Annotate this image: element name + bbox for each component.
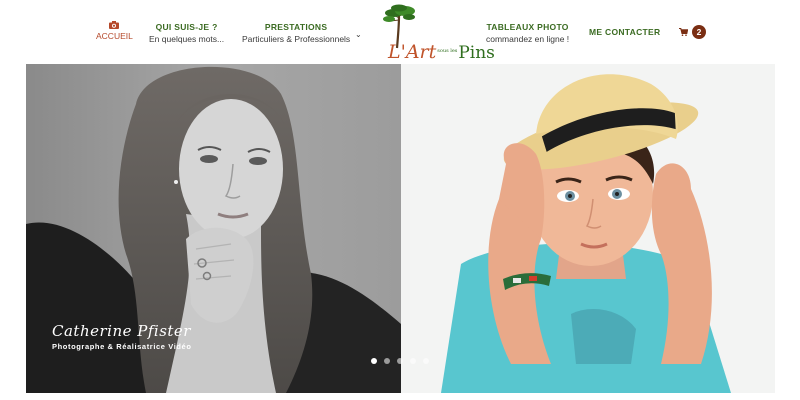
- camera-icon: [109, 21, 120, 29]
- nav-photo-tables[interactable]: TABLEAUX PHOTO commandez en ligne !: [486, 22, 569, 45]
- logo-text-pins: Pins: [458, 43, 495, 63]
- slider-dot-2[interactable]: [384, 358, 390, 364]
- nav-photo-tables-title: TABLEAUX PHOTO: [486, 22, 569, 32]
- slide-caption: Catherine Pfister Photographe & Réalisat…: [52, 323, 192, 351]
- nav-contact[interactable]: ME CONTACTER: [589, 27, 660, 38]
- slide-caption-name: Catherine Pfister: [52, 322, 191, 340]
- nav-services[interactable]: PRESTATIONS Particuliers & Professionnel…: [242, 22, 350, 45]
- slider-dot-3[interactable]: [397, 358, 403, 364]
- cart-count-badge: 2: [692, 25, 706, 39]
- nav-home[interactable]: ACCUEIL: [96, 21, 133, 42]
- logo-text[interactable]: L'Artsous lesPins: [388, 41, 495, 63]
- portrait-child-photo: [401, 64, 775, 393]
- slider-dot-1[interactable]: [371, 358, 377, 364]
- chevron-down-icon[interactable]: ⌄: [355, 30, 362, 39]
- portrait-child-illustration: [401, 64, 775, 393]
- slider-dot-4[interactable]: [410, 358, 416, 364]
- logo-text-lart: L'Art: [388, 41, 437, 63]
- nav-photo-tables-subtitle: commandez en ligne !: [486, 34, 570, 44]
- site-header: ACCUEIL QUI SUIS-JE ? En quelques mots..…: [0, 0, 800, 64]
- slide-caption-subtitle: Photographe & Réalisatrice Vidéo: [52, 342, 192, 351]
- cart-button[interactable]: 2: [679, 25, 706, 39]
- cart-icon: [679, 28, 688, 36]
- nav-services-subtitle: Particuliers & Professionnels: [242, 34, 351, 44]
- slider-dot-5[interactable]: [423, 358, 429, 364]
- logo-text-small: sous les: [437, 48, 458, 54]
- nav-services-title: PRESTATIONS: [264, 22, 328, 32]
- nav-about[interactable]: QUI SUIS-JE ? En quelques mots...: [149, 22, 224, 45]
- slider-dots: [371, 358, 429, 364]
- nav-contact-title: ME CONTACTER: [589, 27, 661, 37]
- nav-home-label: ACCUEIL: [96, 31, 133, 41]
- nav-about-subtitle: En quelques mots...: [149, 34, 225, 44]
- nav-about-title: QUI SUIS-JE ?: [155, 22, 218, 32]
